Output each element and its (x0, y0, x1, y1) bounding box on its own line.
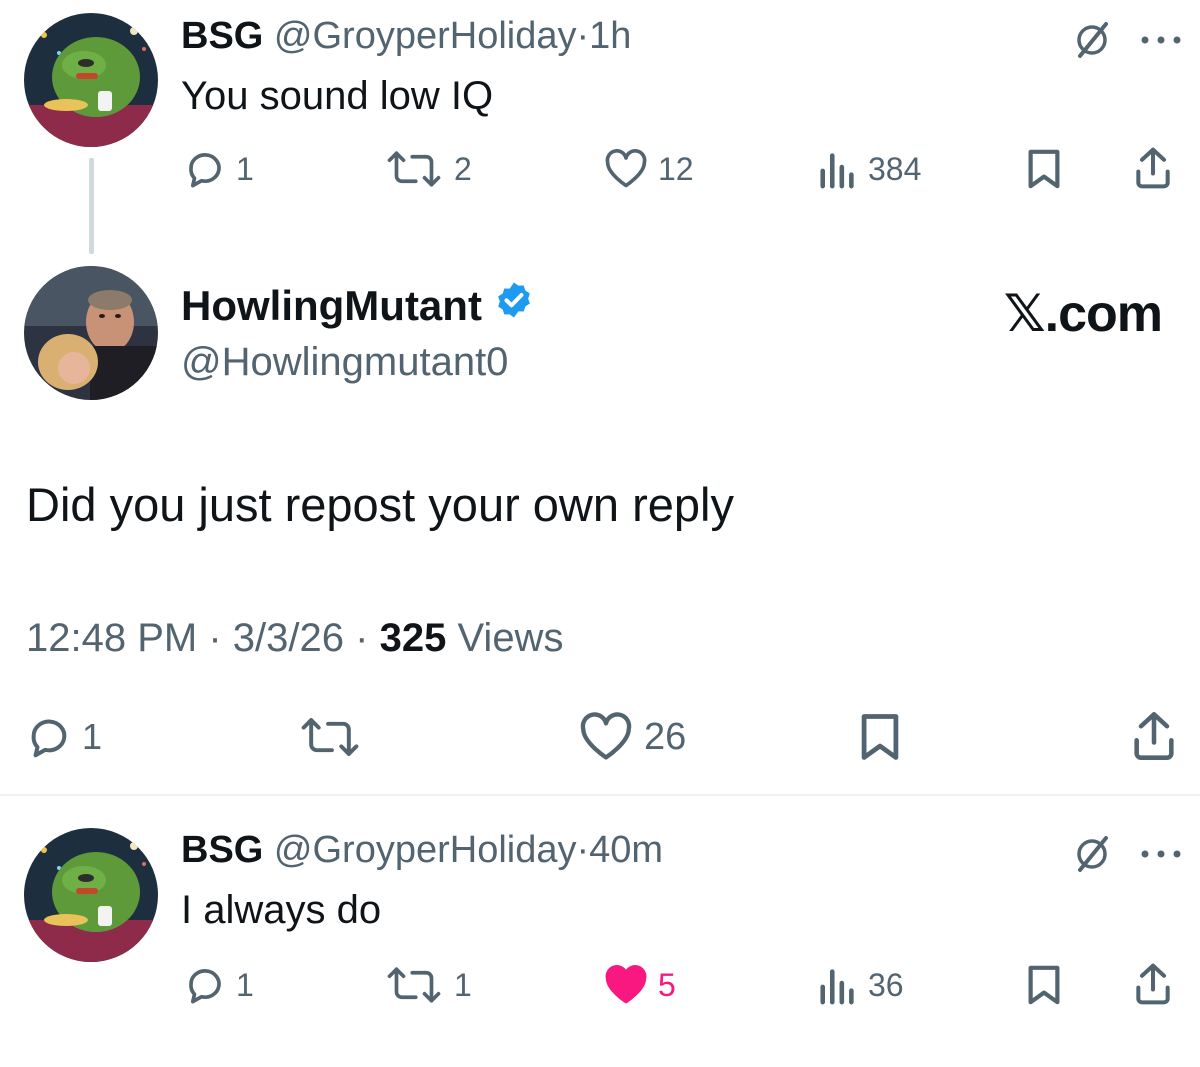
tweet1-header: BSG @GroyperHoliday·1h (181, 13, 631, 59)
share-button[interactable] (1134, 962, 1172, 1006)
main-time[interactable]: 12:48 PM (26, 616, 197, 660)
main-bookmark-button[interactable] (858, 712, 902, 762)
tweet1-text: You sound low IQ (181, 74, 494, 118)
separator: · (576, 15, 590, 57)
views-count: 36 (868, 967, 904, 1003)
tweet2-top-icons (1072, 834, 1182, 874)
bookmark-icon (1028, 149, 1060, 189)
timestamp[interactable]: 40m (589, 829, 663, 871)
views-button[interactable]: 36 (818, 964, 904, 1006)
reply-icon (189, 969, 221, 1004)
tweet1-top-icons (1072, 20, 1182, 60)
repost-icon (301, 718, 359, 756)
main-author-handle[interactable]: @Howlingmutant0 (181, 338, 508, 386)
main-date[interactable]: 3/3/26 (233, 616, 344, 660)
share-icon (1136, 147, 1170, 189)
reply-count: 1 (236, 151, 254, 187)
share-icon (1136, 963, 1170, 1005)
main-reply-button[interactable]: 1 (26, 714, 102, 760)
grok-icon[interactable] (1072, 834, 1112, 874)
share-button[interactable] (1134, 146, 1172, 190)
grok-icon[interactable] (1072, 20, 1112, 60)
repost-button[interactable]: 1 (384, 964, 472, 1006)
author-name[interactable]: BSG (181, 829, 263, 871)
more-icon[interactable] (1140, 848, 1182, 860)
reply-icon (31, 719, 67, 758)
heart-icon (580, 712, 632, 760)
avatar-howlingmutant[interactable] (24, 266, 158, 400)
reply-icon (189, 153, 221, 188)
bookmark-button[interactable] (1026, 964, 1062, 1006)
bookmark-icon (861, 714, 899, 760)
main-author-name-row: HowlingMutant (181, 280, 534, 331)
reply-button[interactable]: 1 (184, 964, 254, 1006)
avatar-bsg[interactable] (24, 13, 158, 147)
more-icon[interactable] (1140, 34, 1182, 46)
timestamp[interactable]: 1h (589, 15, 631, 57)
reply-button[interactable]: 1 (184, 148, 254, 190)
repost-button[interactable]: 2 (384, 148, 472, 190)
like-count: 5 (658, 967, 676, 1003)
author-name[interactable]: BSG (181, 15, 263, 57)
separator: · (576, 829, 590, 871)
views-button[interactable]: 384 (818, 148, 921, 190)
author-handle[interactable]: @GroyperHoliday (274, 15, 577, 57)
repost-count: 1 (454, 967, 472, 1003)
separator: · (355, 616, 369, 660)
bookmark-button[interactable] (1026, 148, 1062, 190)
heart-filled-icon (605, 965, 647, 1004)
tweet2-text: I always do (181, 888, 382, 932)
reply-count: 1 (236, 967, 254, 1003)
like-count: 12 (658, 151, 694, 187)
repost-count: 2 (454, 151, 472, 187)
main-reply-count: 1 (82, 716, 103, 757)
repost-icon (387, 151, 441, 187)
repost-icon (387, 967, 441, 1003)
verified-badge-icon[interactable] (494, 280, 534, 331)
thread-line (89, 158, 94, 254)
like-button-liked[interactable]: 5 (604, 964, 676, 1006)
views-icon (820, 969, 854, 1005)
avatar-bsg[interactable] (24, 828, 158, 962)
main-author-name[interactable]: HowlingMutant (181, 281, 482, 331)
main-like-count: 26 (644, 716, 687, 758)
bookmark-icon (1028, 965, 1060, 1005)
main-tweet-text: Did you just repost your own reply (26, 478, 734, 531)
tweet2-header: BSG @GroyperHoliday·40m (181, 827, 663, 873)
x-watermark: 𝕏.com (1003, 285, 1163, 343)
author-handle[interactable]: @GroyperHoliday (274, 829, 577, 871)
separator: · (208, 616, 222, 660)
main-share-button[interactable] (1132, 710, 1176, 762)
main-like-button[interactable]: 26 (578, 712, 686, 762)
like-button[interactable]: 12 (604, 148, 694, 190)
divider (0, 794, 1200, 796)
main-views-label: Views (457, 616, 564, 660)
main-views-count: 325 (379, 616, 447, 660)
views-icon (820, 153, 854, 189)
share-icon (1134, 712, 1174, 760)
main-repost-button[interactable] (298, 714, 362, 760)
heart-icon (605, 149, 647, 188)
views-count: 384 (868, 151, 922, 187)
main-tweet-meta: 12:48 PM · 3/3/26 · 325 Views (26, 614, 563, 662)
